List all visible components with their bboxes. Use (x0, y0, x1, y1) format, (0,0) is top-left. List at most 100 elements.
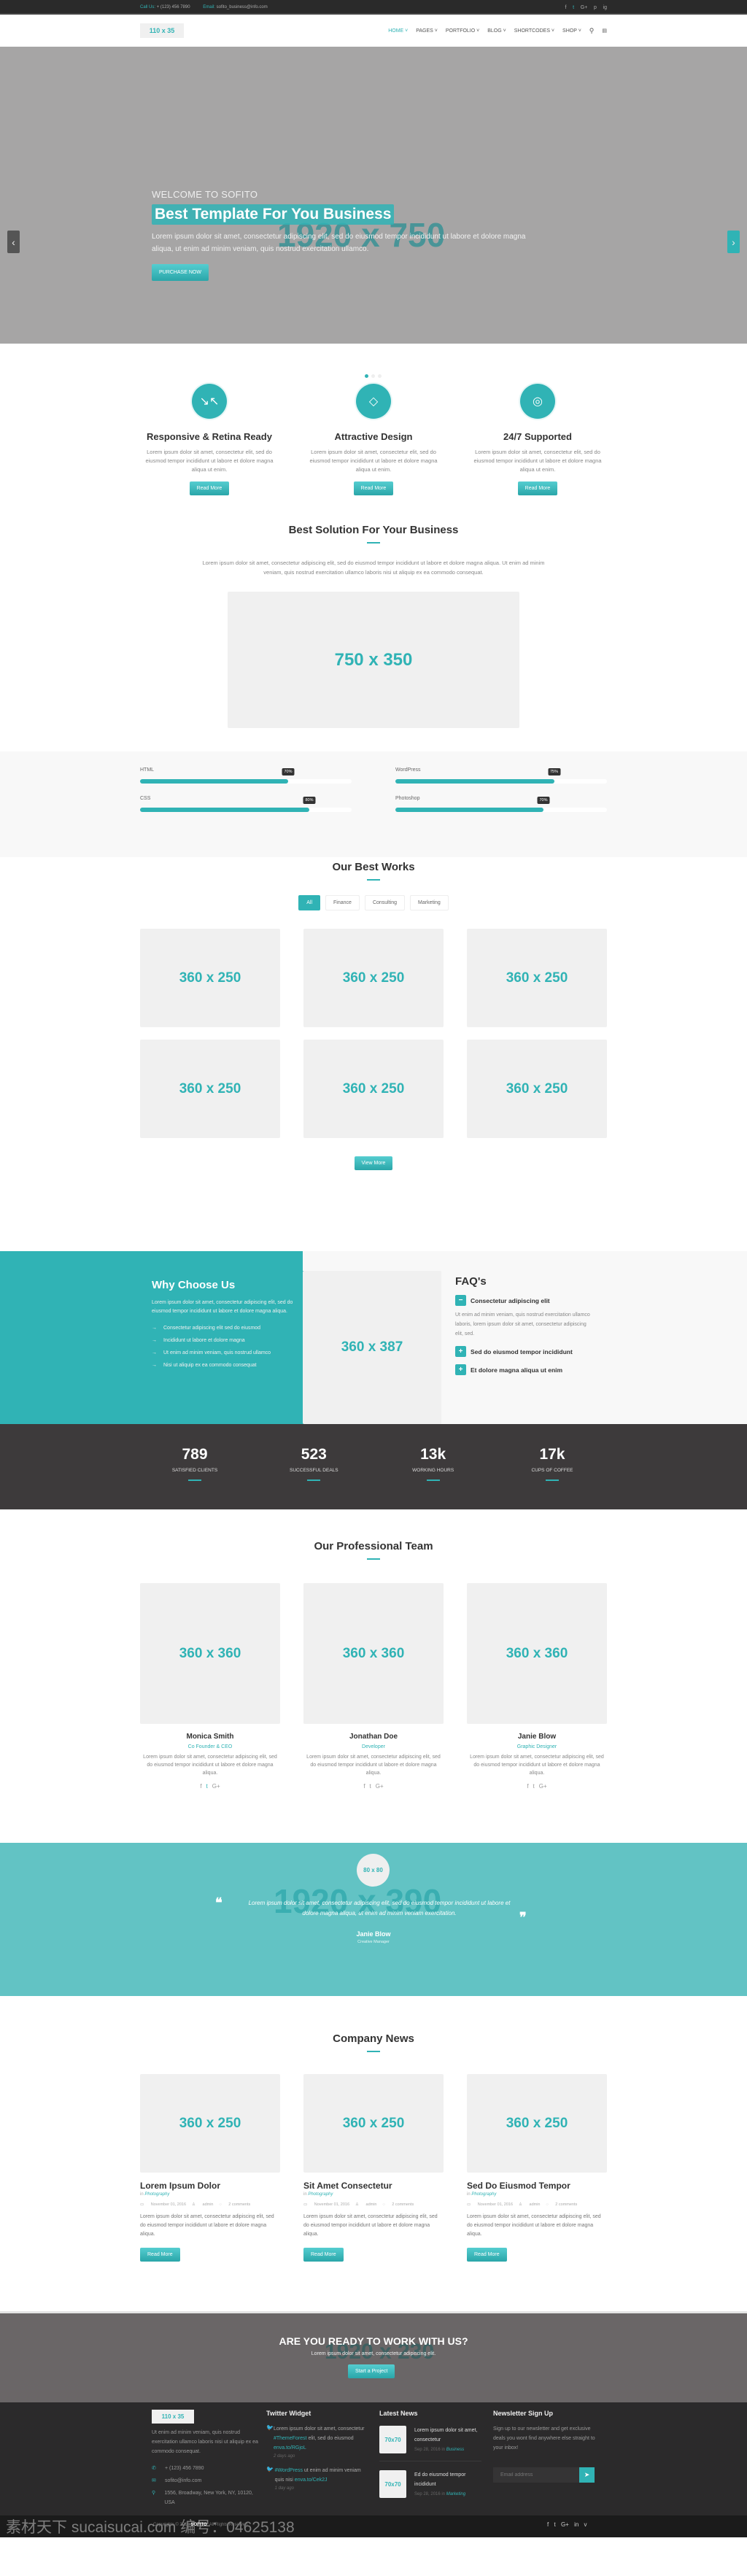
filter-marketing[interactable]: Marketing (410, 895, 449, 910)
skill-percent-tooltip: 70% (537, 797, 550, 804)
portfolio-item[interactable]: 360 x 250 (467, 929, 607, 1027)
works-section: Our Best Works All Finance Consulting Ma… (0, 857, 747, 1251)
linkedin-icon[interactable]: in (574, 2521, 578, 2528)
facebook-icon[interactable]: f (565, 5, 567, 10)
calendar-icon: ▭ (140, 2202, 145, 2207)
post-image[interactable]: 360 x 250 (140, 2074, 280, 2173)
member-name: Janie Blow (517, 1733, 557, 1741)
user-icon: ♙ (192, 2202, 197, 2207)
news-post: 360 x 250 Sed Do Eiusmod Tempor in Photo… (467, 2074, 607, 2262)
read-more-button[interactable]: Read More (189, 481, 230, 495)
twitter-icon[interactable]: t (206, 1783, 208, 1790)
facebook-icon[interactable]: f (200, 1783, 201, 1790)
portfolio-item[interactable]: 360 x 250 (303, 1040, 444, 1138)
purchase-now-button[interactable]: PURCHASE NOW (152, 264, 209, 281)
feature-card: ◎ 24/7 Supported Lorem ipsum dolor sit a… (468, 384, 607, 495)
instagram-icon[interactable]: ig (603, 5, 607, 10)
slider-dot[interactable] (378, 374, 382, 378)
counter: 13k WORKING HOURS (393, 1446, 473, 1509)
read-more-button[interactable]: Read More (303, 2248, 344, 2262)
twitter-icon[interactable]: t (554, 2521, 555, 2528)
category-link[interactable]: Photography (471, 2192, 496, 2197)
news-section: Company News 360 x 250 Lorem Ipsum Dolor… (0, 1996, 747, 2311)
nav-home[interactable]: HOME ˅ (388, 28, 408, 34)
faq-question[interactable]: − Consectetur adipiscing elit (455, 1295, 594, 1306)
post-title[interactable]: Sit Amet Consectetur (303, 2181, 444, 2191)
read-more-button[interactable]: Read More (467, 2248, 507, 2262)
post-title[interactable]: Lorem Ipsum Dolor (140, 2181, 280, 2191)
portfolio-item[interactable]: 360 x 250 (140, 1040, 280, 1138)
nav-pages[interactable]: PAGES ˅ (416, 28, 438, 34)
search-icon[interactable]: ⚲ (589, 27, 595, 35)
calendar-icon: ▭ (467, 2202, 472, 2207)
facebook-icon[interactable]: f (527, 1783, 528, 1790)
read-more-button[interactable]: Read More (140, 2248, 180, 2262)
site-logo[interactable]: 110 x 35 (140, 23, 184, 38)
footer-email[interactable]: ✉ sofito@info.com (152, 2476, 261, 2486)
post-meta: ▭ November 01, 2016 ♙ admin ◌ 2 comments (303, 2202, 414, 2207)
footer-news-item[interactable]: 70x70 Ed do eiusmod tempor incididunt Sep… (379, 2470, 481, 2505)
view-more-button[interactable]: View More (354, 1156, 393, 1170)
nav-shortcodes[interactable]: SHORTCODES ˅ (514, 28, 554, 34)
google-plus-icon[interactable]: G+ (581, 5, 588, 10)
cart-icon[interactable]: ▤ (602, 28, 607, 34)
filter-finance[interactable]: Finance (325, 895, 360, 910)
newsletter-submit-button[interactable]: ➤ (579, 2467, 595, 2483)
footer-logo[interactable]: 110 x 35 (152, 2410, 194, 2424)
contact-email[interactable]: Email: sofito_business@info.com (203, 5, 273, 9)
portfolio-item[interactable]: 360 x 250 (467, 1040, 607, 1138)
portfolio-item[interactable]: 360 x 250 (140, 929, 280, 1027)
twitter-icon[interactable]: t (370, 1783, 371, 1790)
start-project-button[interactable]: Start a Project (348, 2364, 395, 2378)
tweet-link[interactable]: enva.to/RGjoL (274, 2445, 306, 2451)
skill-label: Photoshop (395, 796, 420, 801)
filter-all[interactable]: All (298, 895, 321, 910)
why-choose-us-section: 360 x 387 Why Choose Us Lorem ipsum dolo… (0, 1251, 747, 1424)
tweet-link[interactable]: enva.to/Cek2J (295, 2478, 328, 2483)
twitter-icon[interactable]: t (533, 1783, 535, 1790)
member-desc: Lorem ipsum dolor sit amet, consectetur … (470, 1755, 604, 1776)
comment-icon: ◌ (546, 2202, 550, 2207)
category-link[interactable]: Photography (144, 2192, 169, 2197)
google-plus-icon[interactable]: G+ (376, 1783, 384, 1790)
nav-shop[interactable]: SHOP ˅ (562, 28, 581, 34)
vimeo-icon[interactable]: v (584, 2521, 587, 2528)
contact-phone: Call Us: + (123) 456 7890 (140, 5, 190, 9)
feature-desc: Lorem ipsum dolor sit amet, consectetur … (145, 449, 274, 473)
footer-news-item[interactable]: 70x70 Lorem ipsum dolor sit amet, consec… (379, 2426, 481, 2461)
faq-question[interactable]: + Et dolore magna aliqua ut enim (455, 1364, 594, 1375)
read-more-button[interactable]: Read More (517, 481, 558, 495)
news-post: 360 x 250 Sit Amet Consectetur in Photog… (303, 2074, 444, 2262)
quote-close-icon: ❞ (519, 1910, 527, 1925)
slider-dot[interactable] (371, 374, 375, 378)
google-plus-icon[interactable]: G+ (561, 2521, 569, 2528)
hashtag-link[interactable]: #WordPress (275, 2468, 303, 2473)
solution-image: 750 x 350 (228, 592, 519, 728)
twitter-icon[interactable]: t (573, 5, 574, 10)
slider-next-button[interactable]: › (727, 231, 740, 253)
slider-dot[interactable] (365, 374, 368, 378)
read-more-button[interactable]: Read More (353, 481, 394, 495)
nav-blog[interactable]: BLOG ˅ (487, 28, 506, 34)
slider-prev-button[interactable]: ‹ (7, 231, 20, 253)
skill-track (395, 808, 607, 812)
pinterest-icon[interactable]: p (594, 5, 597, 10)
nav-portfolio[interactable]: PORTFOLIO ˅ (446, 28, 479, 34)
faq-question[interactable]: + Sed do eiusmod tempor incididunt (455, 1346, 594, 1357)
newsletter-email-input[interactable] (493, 2467, 579, 2483)
facebook-icon[interactable]: f (547, 2521, 549, 2528)
post-image[interactable]: 360 x 250 (467, 2074, 607, 2173)
portfolio-item[interactable]: 360 x 250 (303, 929, 444, 1027)
post-title[interactable]: Sed Do Eiusmod Tempor (467, 2181, 607, 2191)
google-plus-icon[interactable]: G+ (539, 1783, 547, 1790)
hashtag-link[interactable]: #ThemeForest (274, 2436, 307, 2441)
category-link[interactable]: Photography (308, 2192, 333, 2197)
post-image[interactable]: 360 x 250 (303, 2074, 444, 2173)
skill-track (140, 808, 352, 812)
filter-consulting[interactable]: Consulting (364, 895, 406, 910)
footer-phone: ✆ + (123) 456 7890 (152, 2464, 261, 2473)
facebook-icon[interactable]: f (363, 1783, 365, 1790)
feature-title: 24/7 Supported (503, 431, 572, 442)
google-plus-icon[interactable]: G+ (212, 1783, 220, 1790)
member-name: Jonathan Doe (349, 1733, 398, 1741)
